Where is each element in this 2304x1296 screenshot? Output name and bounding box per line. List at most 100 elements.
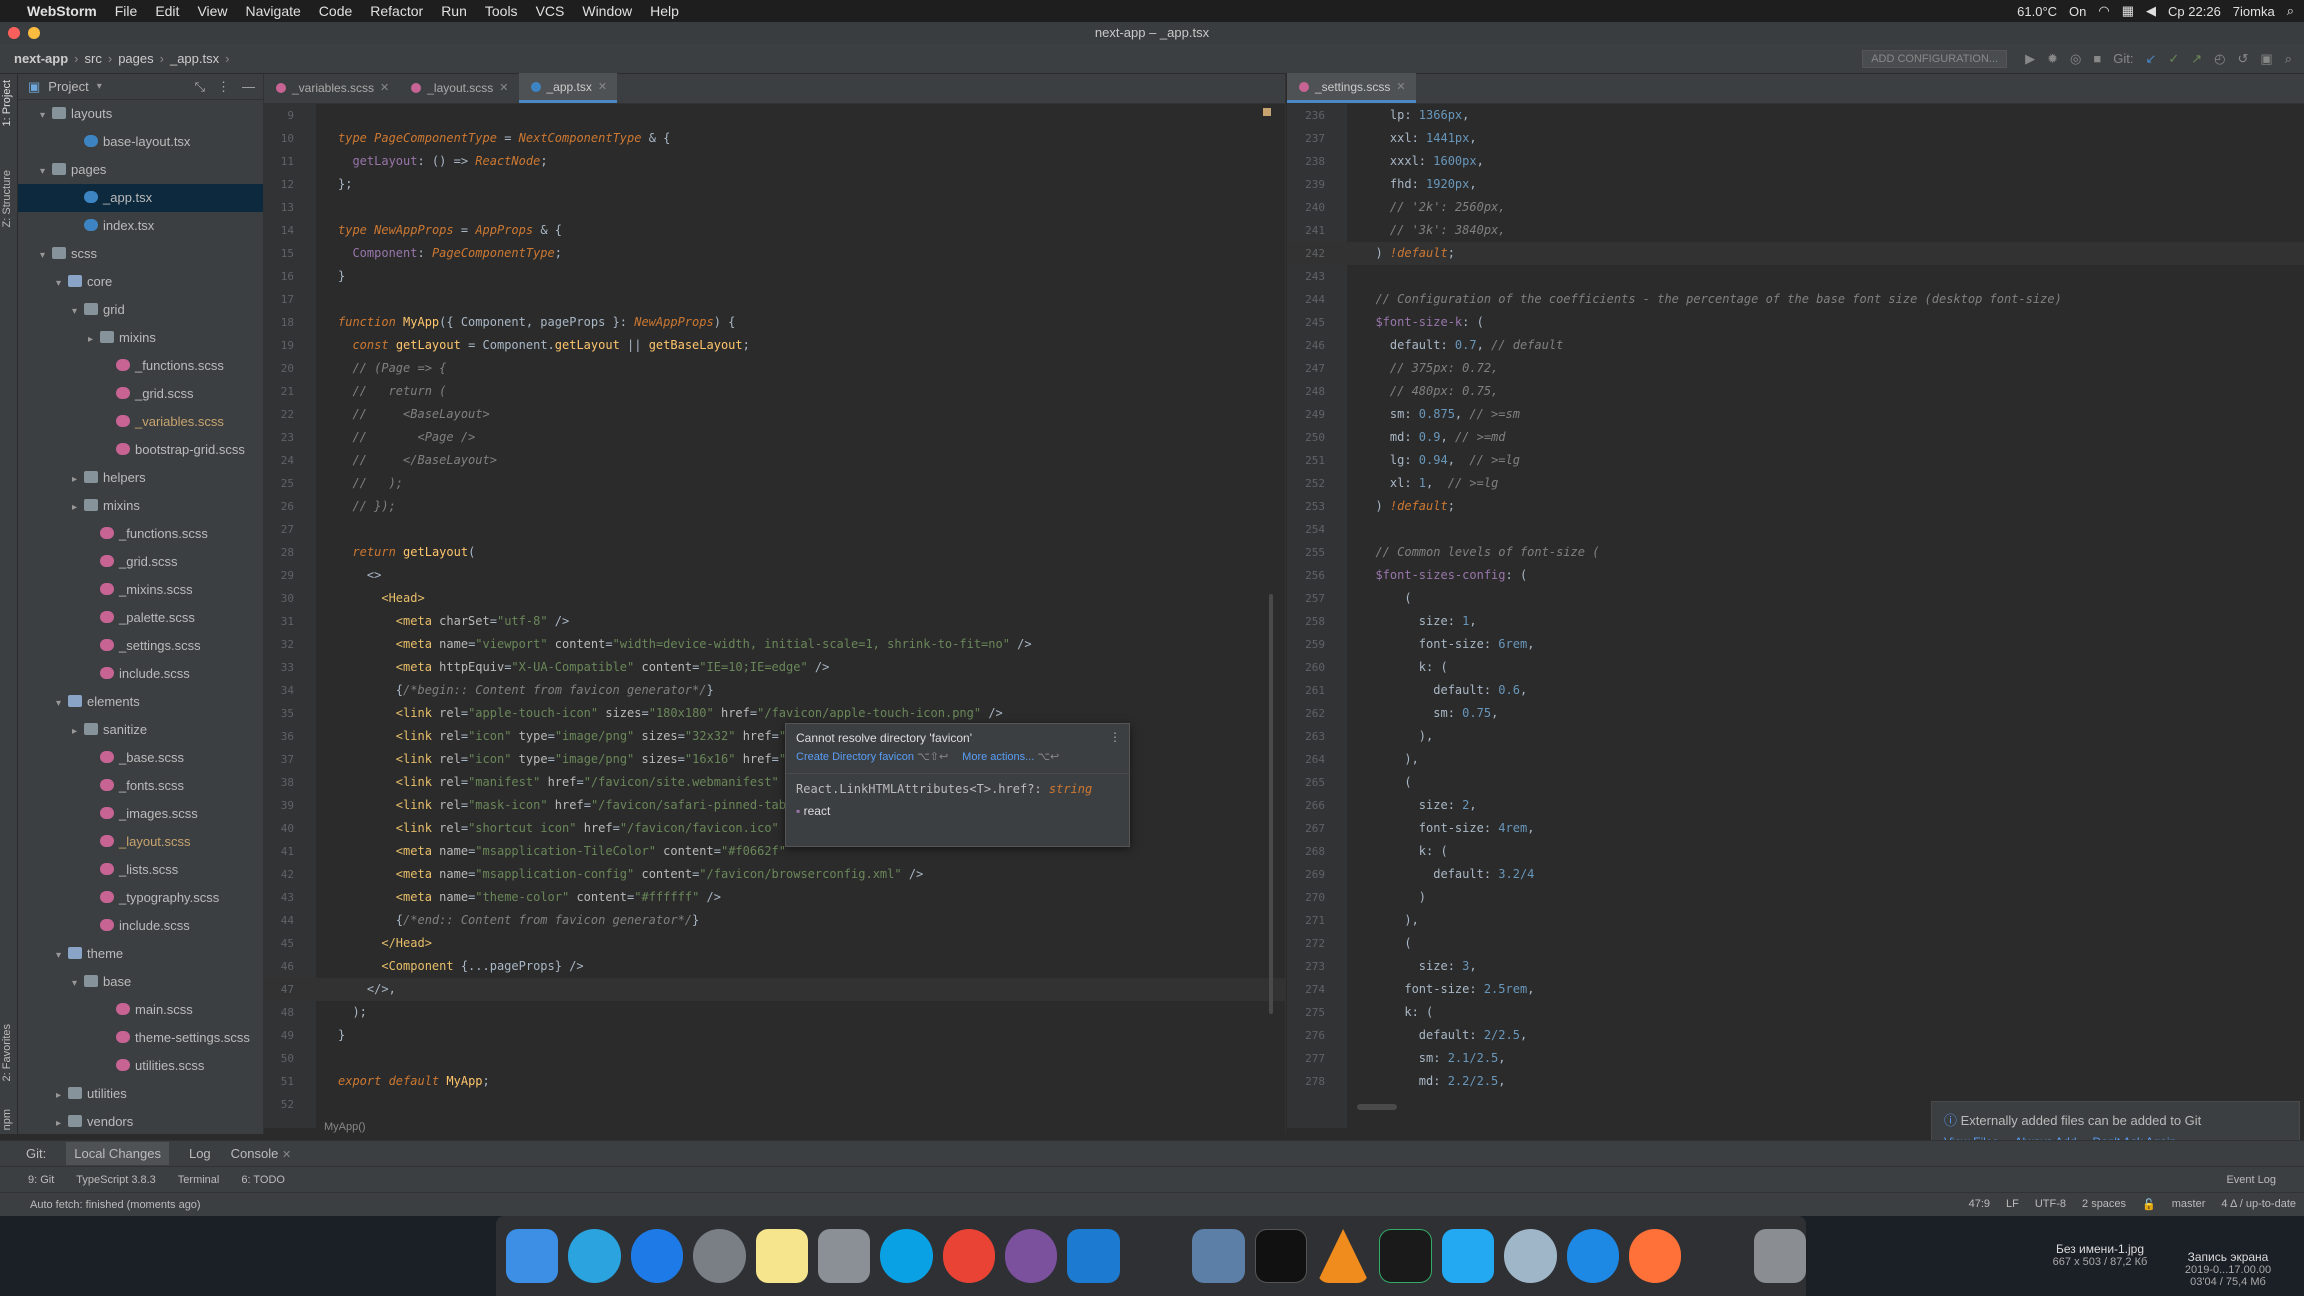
tree-item[interactable]: _grid.scss xyxy=(18,548,263,576)
code-line[interactable]: 43 <meta name="theme-color" content="#ff… xyxy=(264,886,1285,909)
menu-navigate[interactable]: Navigate xyxy=(237,3,310,19)
code-line[interactable]: 37 <link rel="icon" type="image/png" siz… xyxy=(264,748,1285,771)
menu-edit[interactable]: Edit xyxy=(146,3,188,19)
rollback-icon[interactable]: ↺ xyxy=(2238,51,2249,67)
code-breadcrumb[interactable]: MyApp() xyxy=(324,1121,366,1133)
code-line[interactable]: 275 k: ( xyxy=(1287,1001,2304,1024)
tool-typescript[interactable]: TypeScript 3.8.3 xyxy=(76,1174,156,1186)
preview-icon[interactable] xyxy=(1192,1229,1245,1283)
status-on[interactable]: On xyxy=(2069,4,2086,19)
tree-item[interactable]: ▸ mixins xyxy=(18,492,263,520)
tree-item[interactable]: ▸ sanitize xyxy=(18,716,263,744)
tree-item[interactable]: ▾ elements xyxy=(18,688,263,716)
tree-item[interactable]: _functions.scss xyxy=(18,520,263,548)
code-line[interactable]: 35 <link rel="apple-touch-icon" sizes="1… xyxy=(264,702,1285,725)
code-line[interactable]: 45 </Head> xyxy=(264,932,1285,955)
tree-item[interactable]: _grid.scss xyxy=(18,380,263,408)
expand-arrow-icon[interactable]: ▾ xyxy=(72,298,84,326)
code-line[interactable]: 242 ) !default; xyxy=(1287,242,2304,265)
firefox-icon[interactable] xyxy=(1628,1229,1682,1283)
system-preferences-icon[interactable] xyxy=(817,1229,871,1283)
run-icon[interactable]: ▶ xyxy=(2025,51,2035,67)
expand-arrow-icon[interactable]: ▾ xyxy=(56,270,68,298)
vlc-icon[interactable] xyxy=(1316,1229,1370,1283)
code-line[interactable]: 50 xyxy=(264,1047,1285,1070)
tool-event-log[interactable]: Event Log xyxy=(2226,1174,2304,1186)
tree-item[interactable]: ▾ pages xyxy=(18,156,263,184)
code-line[interactable]: 278 md: 2.2/2.5, xyxy=(1287,1070,2304,1093)
chrome-icon[interactable] xyxy=(942,1229,995,1283)
tab-project[interactable]: 1: Project xyxy=(1,80,13,126)
tree-item[interactable]: _palette.scss xyxy=(18,604,263,632)
menu-code[interactable]: Code xyxy=(310,3,361,19)
app-store-icon[interactable] xyxy=(630,1229,684,1283)
tree-item[interactable]: ▾ base xyxy=(18,968,263,996)
code-line[interactable]: 244 // Configuration of the coefficients… xyxy=(1287,288,2304,311)
tab-favorites[interactable]: 2: Favorites xyxy=(1,1024,13,1081)
breadcrumb-pages[interactable]: pages xyxy=(118,51,153,66)
lock-icon[interactable]: 🔓 xyxy=(2142,1198,2156,1211)
file-encoding[interactable]: UTF-8 xyxy=(2035,1198,2066,1211)
create-directory-link[interactable]: Create Directory favicon ⌥⇧↩ xyxy=(796,750,948,763)
close-console-icon[interactable]: ✕ xyxy=(282,1149,291,1161)
code-line[interactable]: 277 sm: 2.1/2.5, xyxy=(1287,1047,2304,1070)
expand-arrow-icon[interactable]: ▸ xyxy=(72,494,84,522)
tree-item[interactable]: ▸ vendors xyxy=(18,1108,263,1136)
tree-item[interactable]: ▸ utilities xyxy=(18,1080,263,1108)
code-line[interactable]: 47 </>, xyxy=(264,978,1285,1001)
messages-icon[interactable] xyxy=(1566,1229,1619,1283)
expand-arrow-icon[interactable]: ▾ xyxy=(40,102,52,130)
code-line[interactable]: 24 // </BaseLayout> xyxy=(264,449,1285,472)
line-separator[interactable]: LF xyxy=(2006,1198,2019,1211)
tab-log[interactable]: Log xyxy=(189,1146,211,1161)
tree-item[interactable]: ▾ grid xyxy=(18,296,263,324)
code-line[interactable]: 34 {/*begin:: Content from favicon gener… xyxy=(264,679,1285,702)
code-line[interactable]: 9 xyxy=(264,104,1285,127)
menu-run[interactable]: Run xyxy=(432,3,476,19)
code-line[interactable]: 274 font-size: 2.5rem, xyxy=(1287,978,2304,1001)
git-push-icon[interactable]: ↗ xyxy=(2191,51,2202,67)
tool-terminal[interactable]: Terminal xyxy=(178,1174,220,1186)
code-line[interactable]: 30 <Head> xyxy=(264,587,1285,610)
breadcrumb-file[interactable]: _app.tsx xyxy=(170,51,219,66)
tree-item[interactable]: _base.scss xyxy=(18,744,263,772)
code-line[interactable]: 29 <> xyxy=(264,564,1285,587)
code-line[interactable]: 21 // return ( xyxy=(264,380,1285,403)
tree-item[interactable]: index.tsx xyxy=(18,212,263,240)
desktop-file-jpg[interactable]: Без имени-1.jpg 667 x 503 / 87,2 Кб xyxy=(2040,1242,2160,1268)
editor-tab[interactable]: _variables.scss ✕ xyxy=(264,73,399,103)
tree-item[interactable]: _lists.scss xyxy=(18,856,263,884)
run-configuration-button[interactable]: ADD CONFIGURATION... xyxy=(1862,49,2008,68)
code-line[interactable]: 246 default: 0.7, // default xyxy=(1287,334,2304,357)
menu-tools[interactable]: Tools xyxy=(476,3,527,19)
git-commit-icon[interactable]: ✓ xyxy=(2168,51,2179,67)
tree-item[interactable]: _variables.scss xyxy=(18,408,263,436)
code-line[interactable]: 51 export default MyApp; xyxy=(264,1070,1285,1093)
coverage-icon[interactable]: ◎ xyxy=(2070,51,2081,67)
menu-help[interactable]: Help xyxy=(641,3,688,19)
tree-item[interactable]: ▾ core xyxy=(18,268,263,296)
activity-monitor-icon[interactable] xyxy=(1379,1229,1432,1283)
launchpad-icon[interactable] xyxy=(693,1229,746,1283)
tree-item[interactable]: theme-settings.scss xyxy=(18,1024,263,1052)
tab-local-changes[interactable]: Local Changes xyxy=(66,1142,169,1165)
horizontal-scrollbar[interactable] xyxy=(1357,1104,1397,1110)
code-line[interactable]: 266 size: 2, xyxy=(1287,794,2304,817)
menu-file[interactable]: File xyxy=(106,3,147,19)
code-line[interactable]: 26 // }); xyxy=(264,495,1285,518)
code-line[interactable]: 46 <Component {...pageProps} /> xyxy=(264,955,1285,978)
collapse-all-icon[interactable]: ⤡ xyxy=(195,79,205,95)
code-line[interactable]: 254 xyxy=(1287,518,2304,541)
code-line[interactable]: 16} xyxy=(264,265,1285,288)
tree-item[interactable]: ▸ helpers xyxy=(18,464,263,492)
menu-window[interactable]: Window xyxy=(573,3,641,19)
minimize-window-button[interactable] xyxy=(28,27,40,39)
close-tab-icon[interactable]: ✕ xyxy=(1396,72,1405,102)
tree-item[interactable]: ▸ mixins xyxy=(18,324,263,352)
code-line[interactable]: 237 xxl: 1441px, xyxy=(1287,127,2304,150)
code-line[interactable]: 243 xyxy=(1287,265,2304,288)
code-line[interactable]: 270 ) xyxy=(1287,886,2304,909)
more-icon[interactable]: ⋮ xyxy=(1109,730,1121,744)
code-line[interactable]: 42 <meta name="msapplication-config" con… xyxy=(264,863,1285,886)
hide-panel-icon[interactable]: — xyxy=(242,79,255,95)
